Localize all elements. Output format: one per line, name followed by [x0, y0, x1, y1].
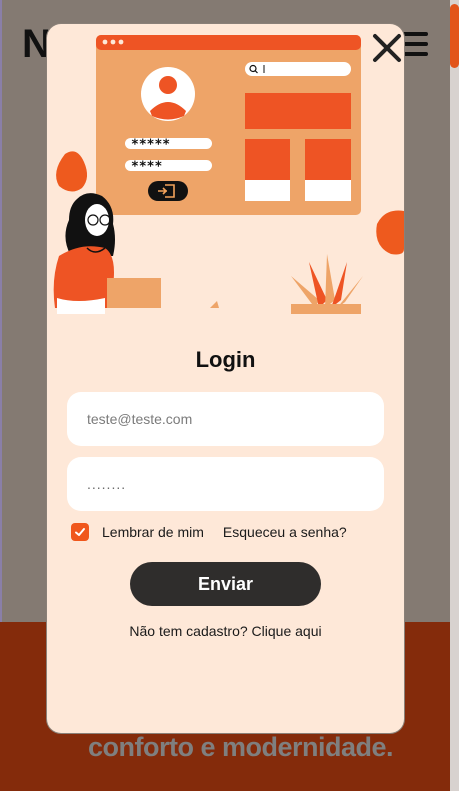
login-modal: ***** **** Login teste@teste.com .......… [47, 24, 404, 733]
remember-checkbox[interactable] [71, 523, 89, 541]
illustration-enter-button [148, 181, 188, 201]
illustration-mask-1: ***** [131, 138, 170, 153]
password-field[interactable] [67, 457, 384, 511]
close-icon[interactable] [371, 31, 404, 65]
submit-button[interactable]: Enviar [130, 562, 321, 606]
illustration-plant [291, 254, 363, 314]
forgot-password-link[interactable]: Esqueceu a senha? [223, 524, 347, 540]
page-tagline: conforto e modernidade. [88, 732, 394, 762]
scrollbar-track[interactable] [450, 0, 459, 791]
checkmark-icon [75, 528, 85, 536]
remember-row: Lembrar de mim Esqueceu a senha? [71, 522, 347, 542]
illustration-blob-right [376, 210, 404, 255]
illustration-window-bar [96, 35, 361, 50]
signup-link[interactable]: Não tem cadastro? Clique aqui [47, 623, 404, 639]
remember-label[interactable]: Lembrar de mim [102, 524, 204, 540]
site-logo[interactable]: N [22, 22, 51, 67]
illustration-block-top [245, 93, 351, 129]
illustration-blob-left [56, 151, 88, 192]
email-field[interactable] [67, 392, 384, 446]
illustration-mask-2: **** [131, 160, 162, 175]
login-title: Login [195, 347, 256, 372]
hamburger-menu-icon[interactable] [402, 32, 428, 62]
login-illustration: ***** **** [53, 35, 404, 314]
illustration-search-bar [245, 62, 351, 76]
scrollbar-thumb[interactable] [450, 4, 459, 68]
